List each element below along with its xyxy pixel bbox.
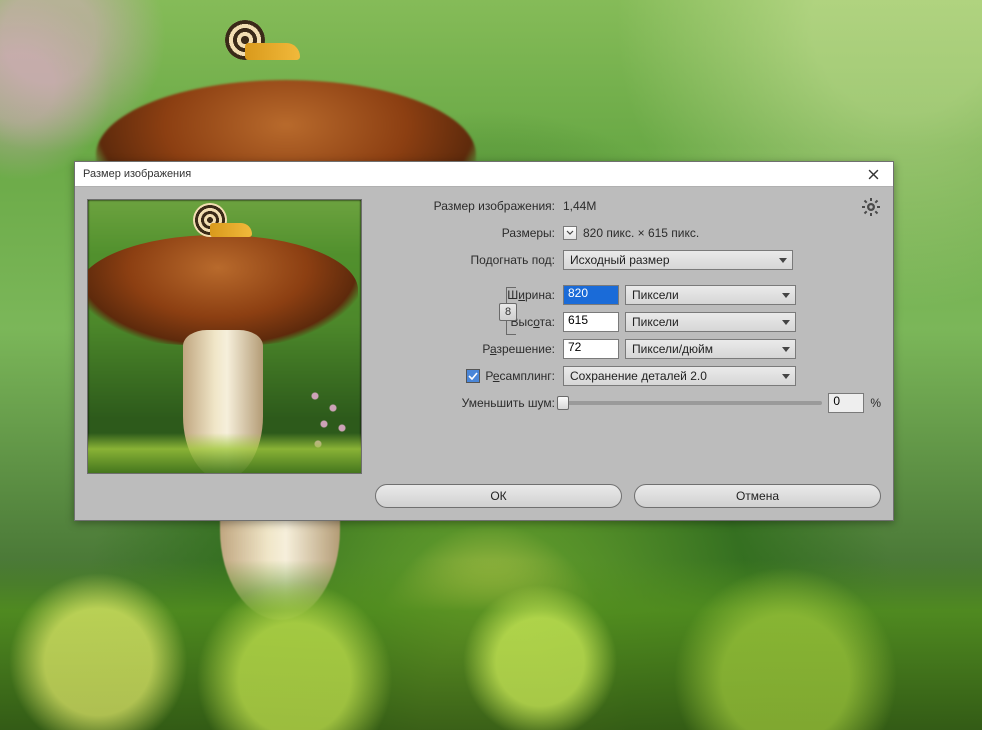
cancel-button[interactable]: Отмена (634, 484, 881, 508)
height-label: Высота: (375, 315, 563, 329)
dimensions-value: 820 пикс. × 615 пикс. (583, 226, 699, 240)
dimensions-dropdown-toggle[interactable] (563, 226, 577, 240)
width-input[interactable]: 820 (563, 285, 619, 305)
resample-method-value: Сохранение деталей 2.0 (570, 369, 707, 383)
dialog-title: Размер изображения (83, 168, 191, 180)
reduce-noise-value[interactable]: 0 (828, 393, 864, 413)
reduce-noise-slider[interactable] (563, 401, 822, 405)
close-icon (868, 169, 879, 180)
close-button[interactable] (853, 162, 893, 187)
settings-button[interactable] (861, 197, 881, 217)
height-unit-dropdown[interactable]: Пиксели (625, 312, 796, 332)
resample-checkbox[interactable] (466, 369, 480, 383)
dialog-titlebar[interactable]: Размер изображения (75, 162, 893, 187)
ok-button[interactable]: ОК (375, 484, 622, 508)
background-snail (225, 20, 295, 60)
width-unit-dropdown[interactable]: Пиксели (625, 285, 796, 305)
cancel-label: Отмена (736, 489, 779, 503)
width-label: Ширина: (375, 288, 563, 302)
percent-label: % (870, 396, 881, 410)
fit-to-label: Подогнать под: (375, 253, 563, 267)
resample-label: Ресамплинг: (485, 369, 555, 383)
dimensions-label: Размеры: (375, 226, 563, 240)
reduce-noise-label: Уменьшить шум: (375, 396, 563, 410)
slider-thumb[interactable] (557, 396, 569, 410)
check-icon (468, 372, 478, 380)
resample-method-dropdown[interactable]: Сохранение деталей 2.0 (563, 366, 796, 386)
link-icon: 8 (505, 306, 511, 318)
preview-image (87, 199, 362, 474)
ok-label: ОК (490, 489, 506, 503)
chevron-down-icon (566, 230, 574, 236)
image-size-value: 1,44M (563, 199, 596, 213)
height-unit-value: Пиксели (632, 315, 679, 329)
fit-to-dropdown[interactable]: Исходный размер (563, 250, 793, 270)
image-size-label: Размер изображения: (375, 199, 563, 213)
resolution-label: Разрешение: (375, 342, 563, 356)
constrain-proportions-button[interactable]: 8 (499, 303, 517, 321)
height-input[interactable]: 615 (563, 312, 619, 332)
resample-label-wrap: Ресамплинг: (375, 369, 563, 383)
gear-icon (861, 197, 881, 217)
resolution-unit-dropdown[interactable]: Пиксели/дюйм (625, 339, 796, 359)
image-size-dialog: Размер изображения Размер изображения: (74, 161, 894, 521)
resolution-input[interactable]: 72 (563, 339, 619, 359)
resolution-unit-value: Пиксели/дюйм (632, 342, 713, 356)
constrain-proportions: 8 (504, 287, 518, 335)
fit-to-value: Исходный размер (570, 253, 670, 267)
background-moss (0, 560, 982, 730)
width-unit-value: Пиксели (632, 288, 679, 302)
